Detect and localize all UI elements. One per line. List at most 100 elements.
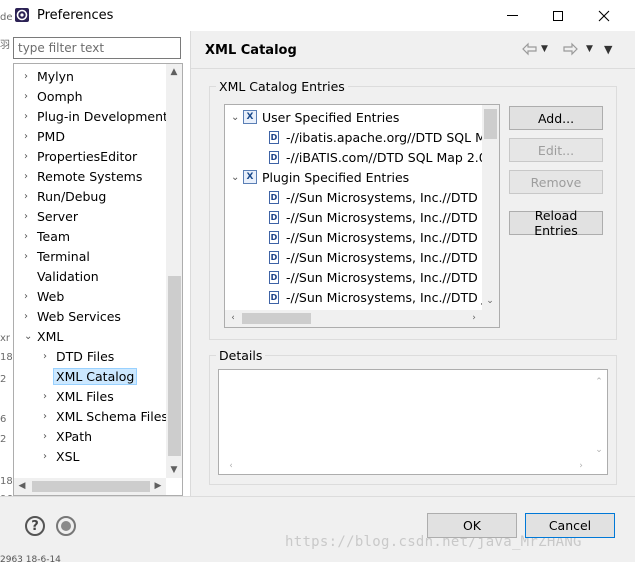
expand-chevron-icon[interactable]: › <box>24 251 34 262</box>
scroll-up-icon[interactable]: ⌃ <box>591 374 607 390</box>
forward-history-dropdown-icon[interactable]: ▼ <box>586 44 593 54</box>
collapse-chevron-icon[interactable]: ⌄ <box>231 172 243 183</box>
expand-chevron-icon[interactable]: › <box>24 131 34 142</box>
tree-item-run-debug[interactable]: › Run/Debug <box>24 186 109 206</box>
catalog-vertical-scrollbar[interactable]: ⌄ <box>482 105 499 310</box>
tree-item-remote-systems[interactable]: › Remote Systems <box>24 166 145 186</box>
tree-item-label: XPath <box>56 428 93 444</box>
dtd-file-icon: D <box>269 290 279 304</box>
tree-item-label: XML Schema Files <box>56 408 168 424</box>
scroll-down-icon[interactable]: ▼ <box>166 462 182 478</box>
scroll-down-icon[interactable]: ⌄ <box>482 293 498 309</box>
back-arrow-icon[interactable] <box>521 42 538 56</box>
scrollbar-thumb[interactable] <box>32 481 150 492</box>
catalog-entry[interactable]: D -//Sun Microsystems, Inc.//DTD E <box>269 207 490 227</box>
details-text-area[interactable]: ⌃ ⌄ ‹ › <box>218 369 608 475</box>
background-text: 2 <box>0 434 7 445</box>
background-text: 2 <box>0 374 7 385</box>
catalog-entry[interactable]: D -//iBATIS.com//DTD SQL Map 2.0 <box>269 147 487 167</box>
expand-chevron-icon[interactable]: › <box>24 191 34 202</box>
scroll-left-icon[interactable]: ‹ <box>223 458 239 474</box>
close-button[interactable] <box>581 0 627 31</box>
forward-arrow-icon[interactable] <box>562 42 579 56</box>
tree-item-terminal[interactable]: › Terminal <box>24 246 93 266</box>
tree-vertical-scrollbar[interactable]: ▲ ▼ <box>166 64 182 478</box>
tree-item-properties-editor[interactable]: › PropertiesEditor <box>24 146 140 166</box>
tree-item-label: Run/Debug <box>37 188 107 204</box>
remove-button[interactable]: Remove <box>509 170 603 194</box>
tree-item-xpath[interactable]: › XPath <box>43 426 95 446</box>
expand-chevron-icon[interactable]: › <box>24 231 34 242</box>
expand-chevron-icon[interactable]: › <box>24 211 34 222</box>
expand-chevron-icon[interactable]: › <box>24 111 34 122</box>
help-icon[interactable]: ? <box>25 516 45 536</box>
cancel-button[interactable]: Cancel <box>525 513 615 538</box>
preferences-tree: › Mylyn › Oomph › Plug-in Development › PMD … <box>13 63 183 496</box>
tree-item-xml-schema-files[interactable]: › XML Schema Files <box>43 406 171 426</box>
catalog-entry-label: -//Sun Microsystems, Inc.//DTD C <box>286 189 491 205</box>
close-icon <box>598 10 610 21</box>
catalog-entry[interactable]: D -//Sun Microsystems, Inc.//DTD E <box>269 227 490 247</box>
scroll-up-icon[interactable]: ▲ <box>166 64 182 80</box>
catalog-entry[interactable]: D -//Sun Microsystems, Inc.//DTD C <box>269 187 490 207</box>
page-header: XML Catalog ▼ ▼ ▼ <box>191 31 635 69</box>
reload-entries-button[interactable]: Reload Entries <box>509 208 603 238</box>
dtd-file-icon: D <box>269 190 279 204</box>
catalog-entry[interactable]: D -//Sun Microsystems, Inc.//DTD J2 <box>269 287 493 307</box>
scroll-right-icon[interactable]: ▶ <box>150 478 166 494</box>
tree-item-oomph[interactable]: › Oomph <box>24 86 86 106</box>
maximize-icon <box>553 10 563 21</box>
scrollbar-thumb[interactable] <box>484 109 497 139</box>
tree-item-server[interactable]: › Server <box>24 206 81 226</box>
expand-chevron-icon[interactable]: › <box>43 351 53 362</box>
scroll-left-icon[interactable]: ◀ <box>14 478 30 494</box>
scroll-right-icon[interactable]: › <box>573 458 589 474</box>
scrollbar-thumb[interactable] <box>242 313 311 324</box>
expand-chevron-icon[interactable]: › <box>24 91 34 102</box>
expand-chevron-icon[interactable]: › <box>24 291 34 302</box>
expand-chevron-icon[interactable]: › <box>43 391 53 402</box>
ok-button[interactable]: OK <box>427 513 517 538</box>
dtd-file-icon: D <box>269 130 279 144</box>
edit-button[interactable]: Edit... <box>509 138 603 162</box>
expand-chevron-icon[interactable]: › <box>24 71 34 82</box>
scrollbar-thumb[interactable] <box>168 276 181 456</box>
maximize-button[interactable] <box>535 0 581 31</box>
tree-item-xml-files[interactable]: › XML Files <box>43 386 117 406</box>
scroll-left-icon[interactable]: ‹ <box>225 310 241 326</box>
catalog-entry[interactable]: D -//ibatis.apache.org//DTD SQL M <box>269 127 486 147</box>
expand-chevron-icon[interactable]: › <box>43 431 53 442</box>
scroll-down-icon[interactable]: ⌄ <box>591 442 607 458</box>
catalog-horizontal-scrollbar[interactable]: ‹ › <box>225 310 499 327</box>
tree-item-xsl[interactable]: › XSL <box>43 446 82 466</box>
tree-item-xml[interactable]: ⌄ XML <box>24 326 66 346</box>
tree-group-plugin-entries[interactable]: ⌄ X Plugin Specified Entries <box>231 167 409 187</box>
tree-item-web[interactable]: › Web <box>24 286 67 306</box>
tree-item-team[interactable]: › Team <box>24 226 73 246</box>
tree-item-dtd-files[interactable]: › DTD Files <box>43 346 117 366</box>
record-macro-icon[interactable] <box>56 516 76 536</box>
tree-item-xml-catalog[interactable]: XML Catalog <box>43 366 138 386</box>
expand-chevron-icon[interactable]: › <box>24 311 34 322</box>
collapse-chevron-icon[interactable]: ⌄ <box>24 331 34 342</box>
tree-group-user-entries[interactable]: ⌄ X User Specified Entries <box>231 107 399 127</box>
collapse-chevron-icon[interactable]: ⌄ <box>231 112 243 123</box>
minimize-button[interactable] <box>489 0 535 31</box>
back-history-dropdown-icon[interactable]: ▼ <box>541 44 548 54</box>
catalog-entry[interactable]: D -//Sun Microsystems, Inc.//DTD Fa <box>269 267 495 287</box>
tree-item-web-services[interactable]: › Web Services <box>24 306 124 326</box>
scroll-right-icon[interactable]: › <box>466 310 482 326</box>
tree-horizontal-scrollbar[interactable]: ◀ ▶ <box>14 478 166 495</box>
tree-item-validation[interactable]: Validation <box>24 266 102 286</box>
expand-chevron-icon[interactable]: › <box>24 171 34 182</box>
filter-input[interactable] <box>13 37 181 59</box>
expand-chevron-icon[interactable]: › <box>24 151 34 162</box>
view-menu-icon[interactable]: ▼ <box>604 43 612 56</box>
tree-item-plugin-development[interactable]: › Plug-in Development <box>24 106 171 126</box>
expand-chevron-icon[interactable]: › <box>43 411 53 422</box>
expand-chevron-icon[interactable]: › <box>43 451 53 462</box>
add-button[interactable]: Add... <box>509 106 603 130</box>
catalog-entry[interactable]: D -//Sun Microsystems, Inc.//DTD Fa <box>269 247 495 267</box>
tree-item-pmd[interactable]: › PMD <box>24 126 68 146</box>
tree-item-mylyn[interactable]: › Mylyn <box>24 66 77 86</box>
